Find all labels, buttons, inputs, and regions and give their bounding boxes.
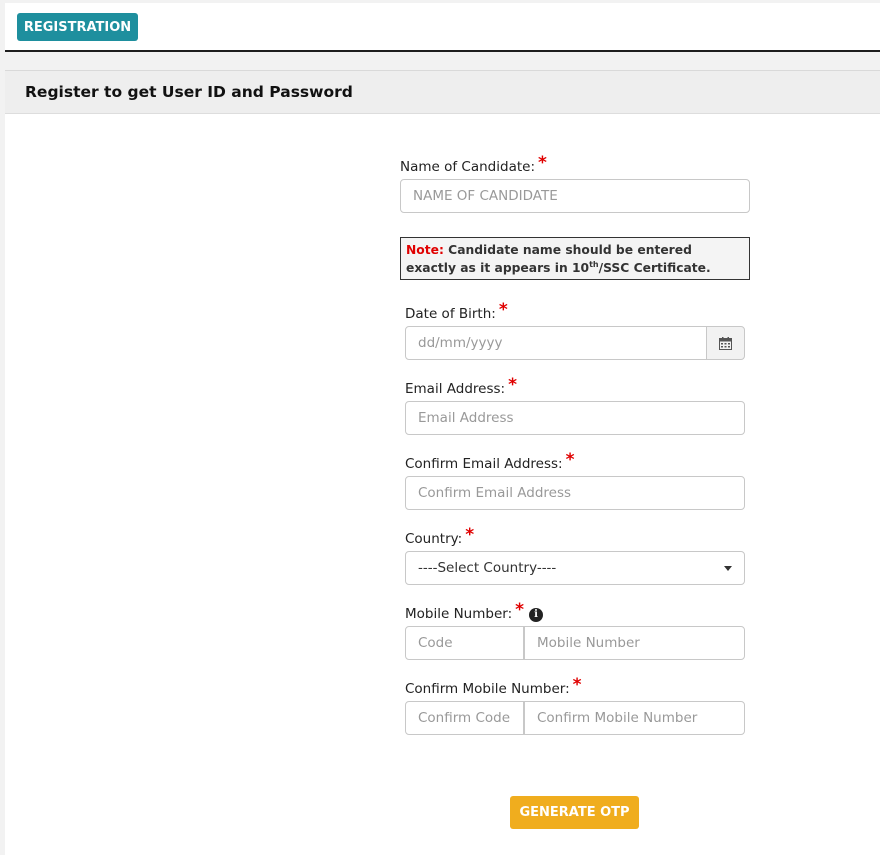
info-icon[interactable]: i: [529, 608, 544, 622]
generate-otp-button[interactable]: GENERATE OTP: [510, 796, 639, 829]
required-asterisk: *: [498, 300, 508, 320]
dob-label-text: Date of Birth:: [405, 306, 496, 322]
confirm-code-input[interactable]: Confirm Code: [405, 701, 524, 735]
required-asterisk: *: [508, 375, 517, 395]
country-select[interactable]: ----Select Country----: [405, 551, 745, 585]
country-label-text: Country:: [405, 531, 463, 547]
top-bar: REGISTRATION: [5, 3, 880, 52]
required-asterisk: *: [565, 450, 575, 470]
email-label-text: Email Address:: [405, 381, 506, 397]
calendar-icon: [719, 336, 732, 350]
candidate-name-label-text: Name of Candidate:: [400, 159, 535, 175]
note-text-end: /SSC Certificate.: [598, 261, 711, 275]
country-selected-value: ----Select Country----: [418, 560, 557, 576]
candidate-name-label: Name of Candidate: *: [400, 153, 547, 176]
email-label: Email Address: *: [405, 375, 517, 398]
calendar-button[interactable]: [706, 326, 745, 360]
mobile-number-input[interactable]: Mobile Number: [524, 626, 745, 660]
confirm-mobile-label: Confirm Mobile Number: *: [405, 675, 582, 698]
email-input[interactable]: Email Address: [405, 401, 745, 435]
candidate-name-input[interactable]: NAME OF CANDIDATE: [400, 179, 750, 213]
note-key: Note:: [406, 243, 444, 257]
confirm-email-label: Confirm Email Address: *: [405, 450, 575, 473]
mobile-label: Mobile Number: * i: [405, 600, 544, 623]
candidate-name-note: Note: Candidate name should be entered e…: [400, 237, 750, 280]
required-asterisk: *: [515, 600, 525, 620]
panel-title: Register to get User ID and Password: [5, 70, 880, 114]
confirm-email-label-text: Confirm Email Address:: [405, 456, 563, 472]
mobile-label-text: Mobile Number:: [405, 606, 513, 622]
required-asterisk: *: [465, 525, 475, 545]
dob-input[interactable]: dd/mm/yyyy: [405, 326, 707, 360]
country-label: Country: *: [405, 525, 475, 548]
confirm-email-input[interactable]: Confirm Email Address: [405, 476, 745, 510]
confirm-mobile-label-text: Confirm Mobile Number:: [405, 681, 570, 697]
registration-button[interactable]: REGISTRATION: [17, 13, 138, 41]
mobile-code-input[interactable]: Code: [405, 626, 524, 660]
required-asterisk: *: [538, 153, 547, 173]
required-asterisk: *: [572, 675, 582, 695]
dob-label: Date of Birth: *: [405, 300, 508, 323]
chevron-down-icon: [724, 566, 732, 571]
confirm-mobile-number-input[interactable]: Confirm Mobile Number: [524, 701, 745, 735]
note-superscript: th: [589, 259, 599, 269]
